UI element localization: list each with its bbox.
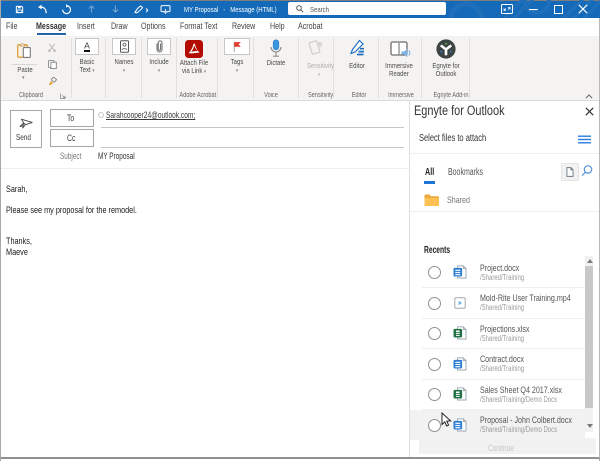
svg-text:A: A (84, 41, 90, 51)
